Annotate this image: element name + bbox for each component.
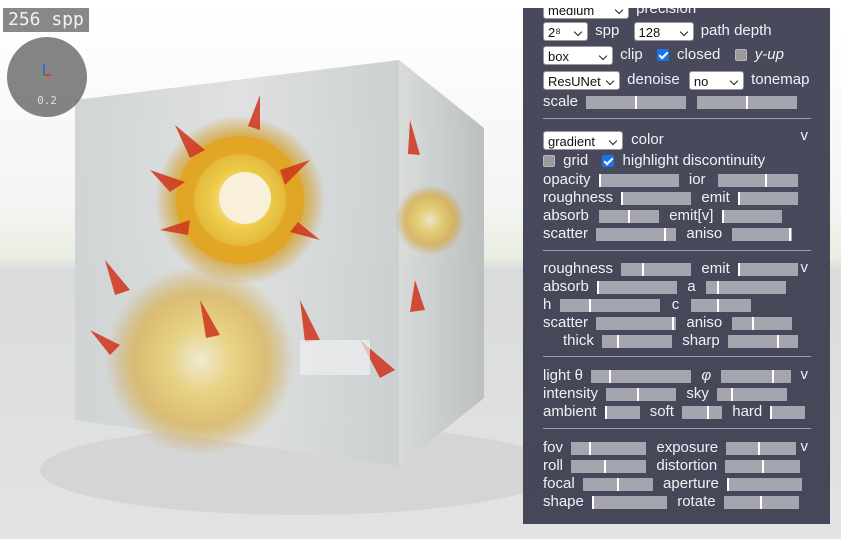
aniso-label: aniso bbox=[686, 225, 723, 243]
hard-slider[interactable] bbox=[770, 405, 806, 419]
roll-slider[interactable] bbox=[571, 459, 647, 473]
emit-v-slider[interactable] bbox=[721, 209, 782, 223]
y-up-checkbox[interactable] bbox=[734, 49, 747, 62]
rotate-slider[interactable] bbox=[723, 495, 799, 509]
camera-collapse-toggle[interactable]: v bbox=[801, 438, 809, 455]
settings-panel: medium precision 2⁸ spp 128 path depth b… bbox=[523, 8, 830, 524]
c-slider[interactable] bbox=[691, 298, 752, 312]
sharp-slider[interactable] bbox=[727, 334, 798, 348]
absorb-slider[interactable] bbox=[599, 209, 660, 223]
roughness-slider[interactable] bbox=[621, 191, 692, 205]
color-label: color bbox=[631, 131, 664, 149]
precision-label: precision bbox=[636, 8, 697, 18]
axis-gizmo[interactable]: 0.2 bbox=[7, 37, 87, 117]
tonemap-label: tonemap bbox=[751, 71, 810, 89]
highlight-discontinuity-label: highlight discontinuity bbox=[622, 152, 766, 170]
aperture-slider[interactable] bbox=[727, 477, 803, 491]
opacity-slider[interactable] bbox=[598, 173, 679, 187]
absorb-2-slider[interactable] bbox=[597, 280, 678, 294]
spp-select[interactable]: 2⁸ bbox=[543, 21, 588, 41]
material-collapse-toggle[interactable]: v bbox=[801, 259, 809, 276]
shape-label: shape bbox=[543, 493, 584, 511]
y-up-label: y-up bbox=[754, 46, 784, 64]
light-theta-slider[interactable] bbox=[591, 369, 692, 383]
aniso-2-slider[interactable] bbox=[732, 316, 793, 330]
clip-label: clip bbox=[620, 46, 643, 64]
clip-select[interactable]: box bbox=[543, 45, 613, 65]
exposure-slider[interactable] bbox=[726, 441, 797, 455]
tonemap-select[interactable]: no bbox=[688, 70, 744, 90]
roughness-2-slider[interactable] bbox=[621, 262, 692, 276]
scale-slider-2[interactable] bbox=[697, 95, 798, 109]
emit-2-slider[interactable] bbox=[737, 262, 798, 276]
spp-label: spp bbox=[595, 22, 620, 40]
highlight-discontinuity-checkbox[interactable] bbox=[602, 155, 615, 168]
aniso-slider[interactable] bbox=[732, 227, 793, 241]
distortion-slider[interactable] bbox=[725, 459, 801, 473]
scatter-2-slider[interactable] bbox=[596, 316, 677, 330]
focal-slider[interactable] bbox=[582, 477, 653, 491]
divider bbox=[543, 356, 811, 357]
ambient-label: ambient bbox=[543, 403, 597, 421]
thick-slider[interactable] bbox=[602, 334, 673, 348]
sky-slider[interactable] bbox=[717, 387, 788, 401]
rotate-label: rotate bbox=[677, 493, 716, 511]
ior-slider[interactable] bbox=[717, 173, 798, 187]
grid-label: grid bbox=[563, 152, 589, 170]
intensity-slider[interactable] bbox=[606, 387, 677, 401]
shape-slider[interactable] bbox=[592, 495, 668, 509]
soft-slider[interactable] bbox=[682, 405, 723, 419]
divider bbox=[543, 428, 811, 429]
divider bbox=[543, 250, 811, 251]
surface-collapse-toggle[interactable]: v bbox=[801, 127, 809, 144]
spp-counter: 256 spp bbox=[3, 8, 89, 32]
path-depth-label: path depth bbox=[700, 22, 772, 40]
scale-slider-1[interactable] bbox=[586, 95, 687, 109]
closed-checkbox[interactable] bbox=[656, 49, 669, 62]
scale-label: scale bbox=[543, 93, 579, 111]
scatter-label: scatter bbox=[543, 225, 589, 243]
color-select[interactable]: gradient bbox=[543, 130, 623, 150]
a-slider[interactable] bbox=[705, 280, 786, 294]
soft-label: soft bbox=[649, 403, 674, 421]
scatter-slider[interactable] bbox=[596, 227, 677, 241]
divider bbox=[543, 118, 811, 119]
ambient-slider[interactable] bbox=[604, 405, 640, 419]
denoise-select[interactable]: ResUNet bbox=[543, 70, 620, 90]
light-collapse-toggle[interactable]: v bbox=[801, 366, 809, 383]
closed-label: closed bbox=[677, 46, 721, 64]
emit-slider[interactable] bbox=[737, 191, 798, 205]
hard-label: hard bbox=[732, 403, 763, 421]
path-depth-select[interactable]: 128 bbox=[633, 21, 694, 41]
fov-slider[interactable] bbox=[571, 441, 647, 455]
h-slider[interactable] bbox=[559, 298, 660, 312]
sharp-label: sharp bbox=[682, 332, 720, 350]
phi-slider[interactable] bbox=[721, 369, 792, 383]
thick-label: thick bbox=[563, 332, 594, 350]
grid-checkbox[interactable] bbox=[543, 155, 555, 168]
denoise-label: denoise bbox=[627, 71, 680, 89]
precision-select[interactable]: medium bbox=[543, 8, 629, 19]
gizmo-value: 0.2 bbox=[37, 94, 57, 107]
